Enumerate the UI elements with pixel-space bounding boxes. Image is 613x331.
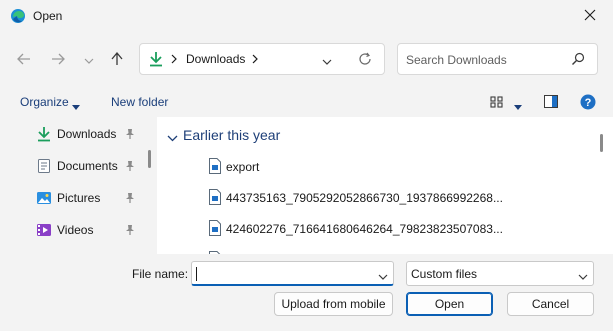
videos-icon — [36, 222, 52, 238]
upload-from-mobile-button[interactable]: Upload from mobile — [274, 292, 393, 316]
pin-icon — [125, 160, 135, 175]
back-button[interactable] — [13, 50, 35, 70]
file-type-select[interactable]: Custom files — [406, 261, 594, 286]
up-button[interactable] — [106, 50, 128, 70]
sidebar-item-label: Downloads — [57, 127, 117, 141]
sidebar-item-label: Documents — [57, 159, 118, 173]
pin-icon — [125, 128, 135, 143]
address-bar[interactable]: Downloads — [139, 43, 385, 75]
recent-locations-button[interactable] — [78, 50, 100, 70]
sidebar-item-documents[interactable]: Documents — [0, 152, 150, 180]
open-button[interactable]: Open — [406, 292, 493, 316]
title-bar: Open — [0, 0, 613, 32]
file-list: Earlier this year export 443735163_79052… — [157, 117, 613, 254]
svg-text:?: ? — [585, 97, 592, 109]
caret-down-icon[interactable] — [72, 99, 80, 113]
breadcrumb-separator-icon[interactable] — [252, 53, 258, 67]
sidebar-item-label: Videos — [57, 223, 94, 237]
edge-icon — [10, 8, 26, 24]
forward-button[interactable] — [47, 50, 69, 70]
chevron-down-icon — [84, 53, 94, 67]
navigation-pane: Downloads Documents Pictures Videos — [0, 117, 157, 254]
breadcrumb-downloads[interactable]: Downloads — [186, 52, 245, 66]
navigation-bar: Downloads Search Downloads — [0, 32, 613, 88]
grid-view-icon[interactable] — [490, 95, 504, 112]
cancel-button[interactable]: Cancel — [507, 292, 594, 316]
chevron-down-icon[interactable] — [378, 269, 388, 283]
chevron-down-icon[interactable] — [167, 131, 178, 145]
pin-icon — [125, 192, 135, 207]
file-name: 443735163_7905292052866730_1937866992268… — [226, 191, 503, 205]
group-title: Earlier this year — [183, 127, 281, 143]
help-icon[interactable]: ? — [580, 94, 596, 113]
file-icon — [209, 158, 221, 177]
file-item[interactable]: 424602276_716641680646264_79823823507083… — [209, 218, 589, 240]
caret-down-icon[interactable] — [514, 99, 522, 113]
file-name-input[interactable] — [191, 261, 394, 286]
file-list-scrollbar[interactable] — [600, 134, 603, 152]
chevron-down-icon[interactable] — [578, 269, 588, 283]
file-name: export — [226, 160, 260, 174]
file-name: 424602276_716641680646264_79823823507083… — [226, 222, 503, 236]
file-name-label: File name: — [132, 267, 189, 281]
sidebar-item-downloads[interactable]: Downloads — [0, 120, 150, 148]
sidebar-item-videos[interactable]: Videos — [0, 216, 150, 244]
window-title: Open — [33, 9, 63, 23]
sidebar-item-label: Pictures — [57, 191, 101, 205]
command-bar: Organize New folder ? — [0, 88, 613, 117]
pin-icon — [125, 224, 135, 239]
refresh-icon[interactable] — [358, 52, 372, 69]
pictures-icon — [36, 190, 52, 206]
address-history-icon[interactable] — [322, 54, 332, 68]
search-placeholder[interactable]: Search Downloads — [406, 53, 507, 67]
file-item[interactable]: 443735163_7905292052866730_1937866992268… — [209, 187, 589, 209]
new-folder-button[interactable]: New folder — [111, 95, 168, 109]
file-type-value: Custom files — [411, 267, 478, 281]
arrow-up-icon — [111, 51, 123, 69]
search-box[interactable]: Search Downloads — [397, 43, 598, 75]
document-icon — [36, 158, 52, 174]
arrow-right-icon — [51, 53, 65, 68]
dialog-footer: File name: Custom files Upload from mobi… — [0, 254, 613, 331]
download-icon — [36, 126, 52, 142]
file-item[interactable]: export — [209, 156, 589, 178]
organize-button[interactable]: Organize — [20, 95, 69, 109]
file-icon — [209, 189, 221, 208]
search-icon[interactable] — [571, 52, 585, 69]
close-icon — [584, 9, 596, 24]
breadcrumb-separator-icon[interactable] — [171, 53, 177, 67]
arrow-left-icon — [17, 53, 31, 68]
close-button[interactable] — [567, 0, 613, 32]
download-icon — [148, 51, 164, 70]
sidebar-item-pictures[interactable]: Pictures — [0, 184, 150, 212]
preview-pane-icon[interactable] — [544, 95, 558, 111]
sidebar-scrollbar[interactable] — [148, 150, 151, 168]
text-cursor — [196, 267, 197, 281]
file-icon — [209, 220, 221, 239]
